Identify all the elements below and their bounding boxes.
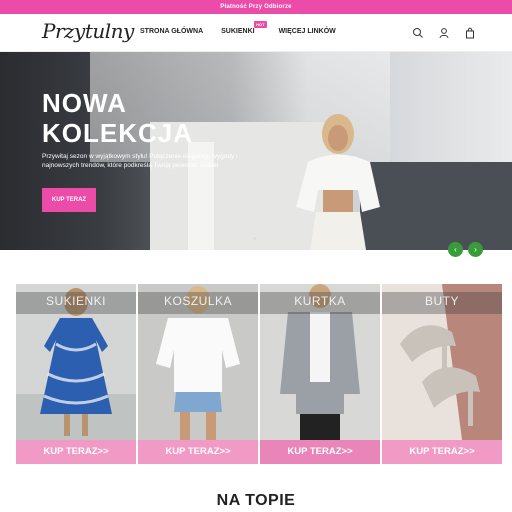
cart-icon[interactable] [464, 27, 476, 39]
slider-dot-active[interactable] [253, 237, 256, 240]
header-icons [412, 27, 476, 39]
category-card-shirts[interactable]: KOSZULKA KUP TERAZ>> [138, 284, 258, 464]
logo[interactable]: Przytulny [42, 19, 134, 43]
category-card-shoes[interactable]: BUTY KUP TERAZ>> [382, 284, 502, 464]
hero-banner: NOWA KOLEKCJA Przywitaj sezon w wyjątkow… [0, 52, 512, 250]
hero-model-image [296, 114, 380, 250]
slider-next-button[interactable]: › [468, 242, 483, 257]
hero-title: NOWA KOLEKCJA [42, 88, 194, 148]
category-shop-button[interactable]: KUP TERAZ>> [138, 440, 258, 464]
nav-item-home[interactable]: STRONA GŁÓWNA [140, 28, 203, 35]
category-label: KURTKA [294, 294, 346, 308]
category-grid: SUKIENKI KUP TERAZ>> KOSZULKA KUP TERAZ>… [16, 284, 502, 464]
section-title-trending: NA TOPIE [216, 492, 296, 509]
announcement-bar: Płatność Przy Odbiorze [0, 0, 512, 14]
category-card-dresses[interactable]: SUKIENKI KUP TERAZ>> [16, 284, 136, 464]
account-icon[interactable] [438, 27, 450, 39]
category-shop-button[interactable]: KUP TERAZ>> [382, 440, 502, 464]
hot-badge: HOT [254, 21, 267, 28]
category-shop-button[interactable]: KUP TERAZ>> [16, 440, 136, 464]
slider-prev-button[interactable]: ‹ [448, 242, 463, 257]
category-label: KOSZULKA [163, 294, 233, 308]
nav-item-more-links[interactable]: WIĘCEJ LINKÓW [279, 28, 336, 35]
main-nav: STRONA GŁÓWNA SUKIENKI HOT WIĘCEJ LINKÓW [140, 21, 354, 35]
category-card-jackets[interactable]: KURTKA KUP TERAZ>> [260, 284, 380, 464]
category-shop-button[interactable]: KUP TERAZ>> [260, 440, 380, 464]
site-header: Przytulny STRONA GŁÓWNA SUKIENKI HOT WIĘC… [0, 14, 512, 52]
nav-item-dresses[interactable]: SUKIENKI HOT [221, 21, 267, 35]
hero-shop-now-button[interactable]: KUP TERAZ [42, 188, 96, 212]
search-icon[interactable] [412, 27, 424, 39]
category-label: SUKIENKI [45, 294, 106, 308]
hero-description: Przywitaj sezon w wyjątkowym stylu! Połą… [42, 153, 238, 169]
category-label: BUTY [424, 294, 459, 308]
